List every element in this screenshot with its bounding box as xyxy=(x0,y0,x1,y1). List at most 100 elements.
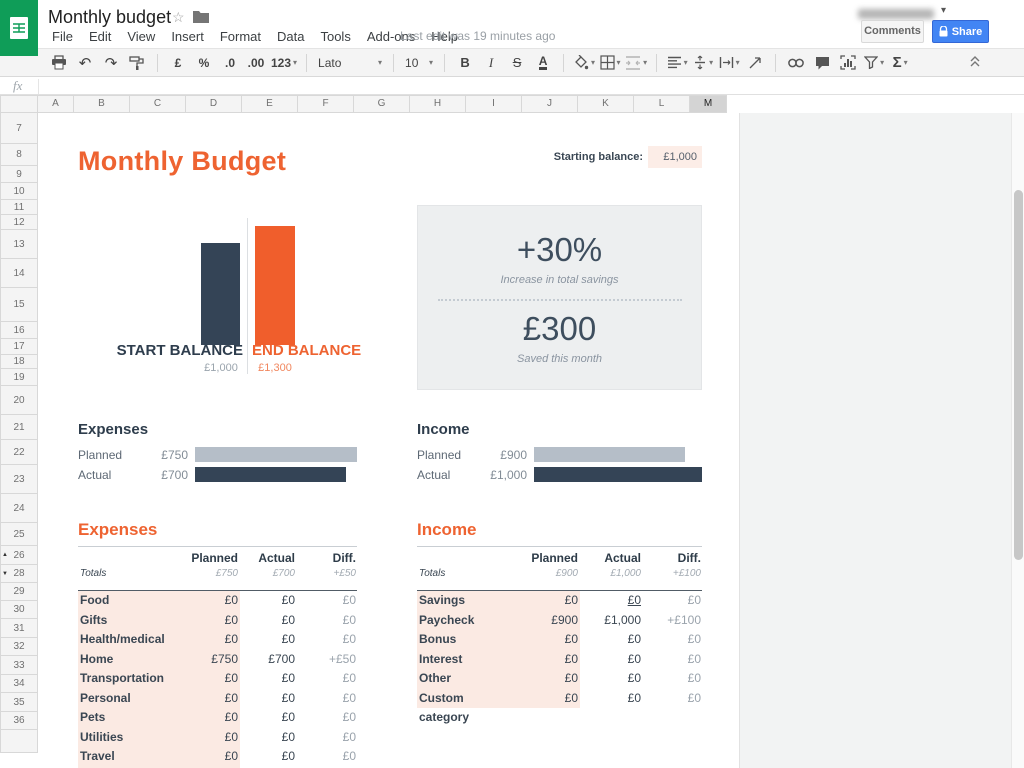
cell-planned[interactable]: £0 xyxy=(170,669,240,689)
document-title[interactable]: Monthly budget xyxy=(48,7,171,28)
cell-diff[interactable]: £0 xyxy=(297,669,357,689)
table-row[interactable]: Travel £0 £0 £0 xyxy=(78,747,357,767)
decrease-decimals-button[interactable]: .0 xyxy=(219,52,241,74)
cell-diff[interactable]: £0 xyxy=(297,747,357,767)
column-header[interactable]: D xyxy=(185,95,242,113)
functions-button[interactable]: Σ▾ xyxy=(889,52,911,74)
table-row[interactable]: Interest £0 £0 £0 xyxy=(417,650,702,670)
cell-actual[interactable]: £0 xyxy=(580,630,643,650)
column-header[interactable]: F xyxy=(297,95,354,113)
row-header[interactable]: ▼ 28 xyxy=(0,564,38,583)
cell-planned[interactable]: £900 xyxy=(515,611,580,631)
table-row[interactable]: Food £0 £0 £0 xyxy=(78,591,357,611)
strikethrough-button[interactable]: S xyxy=(506,52,528,74)
table-row[interactable]: Pets £0 £0 £0 xyxy=(78,708,357,728)
row-group-collapse-icon[interactable]: ▲ xyxy=(2,552,8,558)
number-format-button[interactable]: 123▾ xyxy=(271,52,297,74)
last-edit-status[interactable]: Last edit was 19 minutes ago xyxy=(400,29,555,43)
cell-category[interactable]: Home xyxy=(78,650,170,670)
cell-diff[interactable]: £0 xyxy=(297,630,357,650)
scrollbar-thumb[interactable] xyxy=(1014,190,1023,560)
cell-category[interactable]: Other xyxy=(417,669,515,689)
savings-summary-box[interactable]: +30% Increase in total savings £300 Save… xyxy=(417,205,702,390)
row-header[interactable]: 32 xyxy=(0,637,38,656)
cell-actual[interactable]: £0 xyxy=(580,650,643,670)
menu-item[interactable]: Insert xyxy=(163,27,212,46)
cell-actual[interactable]: £0 xyxy=(240,708,297,728)
row-header[interactable]: 20 xyxy=(0,385,38,415)
fill-color-button[interactable]: ▾ xyxy=(573,52,595,74)
col-planned[interactable]: Planned xyxy=(170,551,240,568)
column-header[interactable]: C xyxy=(129,95,186,113)
row-header[interactable]: 17 xyxy=(0,338,38,355)
row-header[interactable]: 25 xyxy=(0,522,38,546)
cell-category[interactable]: Transportation xyxy=(78,669,170,689)
column-header[interactable]: H xyxy=(409,95,466,113)
col-actual[interactable]: Actual xyxy=(240,551,297,568)
row-header[interactable]: 36 xyxy=(0,711,38,730)
expenses-summary-title[interactable]: Expenses xyxy=(78,421,357,438)
table-row[interactable]: Custom category £0 £0 £0 xyxy=(417,689,702,709)
table-row[interactable]: Transportation £0 £0 £0 xyxy=(78,669,357,689)
row-header[interactable]: 29 xyxy=(0,582,38,601)
cell-planned[interactable]: £750 xyxy=(170,650,240,670)
row-header[interactable]: 19 xyxy=(0,368,38,386)
cell-diff[interactable]: £0 xyxy=(297,611,357,631)
undo-button[interactable]: ↶ xyxy=(74,52,96,74)
row-header[interactable]: 30 xyxy=(0,600,38,619)
vertical-scrollbar[interactable] xyxy=(1011,113,1024,768)
horizontal-align-button[interactable]: ▾ xyxy=(666,52,688,74)
insert-chart-button[interactable] xyxy=(837,52,859,74)
column-header[interactable]: M xyxy=(689,95,727,113)
expenses-table-title[interactable]: Expenses xyxy=(78,520,357,544)
cell-category[interactable]: Savings xyxy=(417,591,515,611)
column-header[interactable]: B xyxy=(73,95,130,113)
summary-row[interactable]: Actual £1,000 xyxy=(417,467,702,482)
starting-balance-label[interactable]: Starting balance: xyxy=(480,151,643,163)
currency-format-button[interactable]: £ xyxy=(167,52,189,74)
table-row[interactable]: Other £0 £0 £0 xyxy=(417,669,702,689)
cell-planned[interactable]: £0 xyxy=(515,689,580,709)
cell-planned[interactable]: £0 xyxy=(170,728,240,748)
menu-item[interactable]: Data xyxy=(269,27,312,46)
cell-actual[interactable]: £0 xyxy=(240,669,297,689)
print-button[interactable] xyxy=(48,52,70,74)
row-header[interactable]: 10 xyxy=(0,182,38,200)
table-row[interactable]: Health/medical £0 £0 £0 xyxy=(78,630,357,650)
start-balance-bar[interactable] xyxy=(201,243,240,345)
percent-format-button[interactable]: % xyxy=(193,52,215,74)
cell-planned[interactable]: £0 xyxy=(515,650,580,670)
cell-diff[interactable]: £0 xyxy=(297,708,357,728)
page-title[interactable]: Monthly Budget xyxy=(78,146,286,177)
cell-category[interactable]: Paycheck xyxy=(417,611,515,631)
cell-actual[interactable]: £0 xyxy=(240,689,297,709)
merge-cells-button[interactable]: ▾ xyxy=(625,52,647,74)
account-caret-icon[interactable]: ▾ xyxy=(941,5,946,16)
filter-button[interactable]: ▾ xyxy=(863,52,885,74)
cell-category[interactable]: Utilities xyxy=(78,728,170,748)
table-row[interactable]: Personal £0 £0 £0 xyxy=(78,689,357,709)
column-header[interactable]: G xyxy=(353,95,410,113)
cell-actual[interactable]: £0 xyxy=(240,611,297,631)
table-row[interactable]: Bonus £0 £0 £0 xyxy=(417,630,702,650)
row-header[interactable]: 31 xyxy=(0,618,38,638)
row-header[interactable]: 18 xyxy=(0,354,38,369)
row-header[interactable]: 9 xyxy=(0,165,38,183)
cell-diff[interactable]: £0 xyxy=(297,728,357,748)
cell-category[interactable]: Personal xyxy=(78,689,170,709)
table-row[interactable]: Savings £0 £0 £0 xyxy=(417,591,702,611)
row-header[interactable]: 14 xyxy=(0,258,38,288)
row-header[interactable]: 16 xyxy=(0,321,38,339)
column-header[interactable]: K xyxy=(577,95,634,113)
row-group-collapse-icon[interactable]: ▼ xyxy=(2,571,8,577)
sheets-logo[interactable] xyxy=(0,0,38,56)
cell-category[interactable]: Health/medical xyxy=(78,630,170,650)
cell-diff[interactable]: £0 xyxy=(297,689,357,709)
cell-actual[interactable]: £0 xyxy=(240,591,297,611)
column-header[interactable]: A xyxy=(37,95,74,113)
cell-category[interactable]: Food xyxy=(78,591,170,611)
cell-actual[interactable]: £0 xyxy=(580,689,643,709)
text-rotation-button[interactable] xyxy=(744,52,766,74)
summary-row[interactable]: Planned £900 xyxy=(417,447,702,462)
select-all-corner[interactable] xyxy=(0,95,38,113)
